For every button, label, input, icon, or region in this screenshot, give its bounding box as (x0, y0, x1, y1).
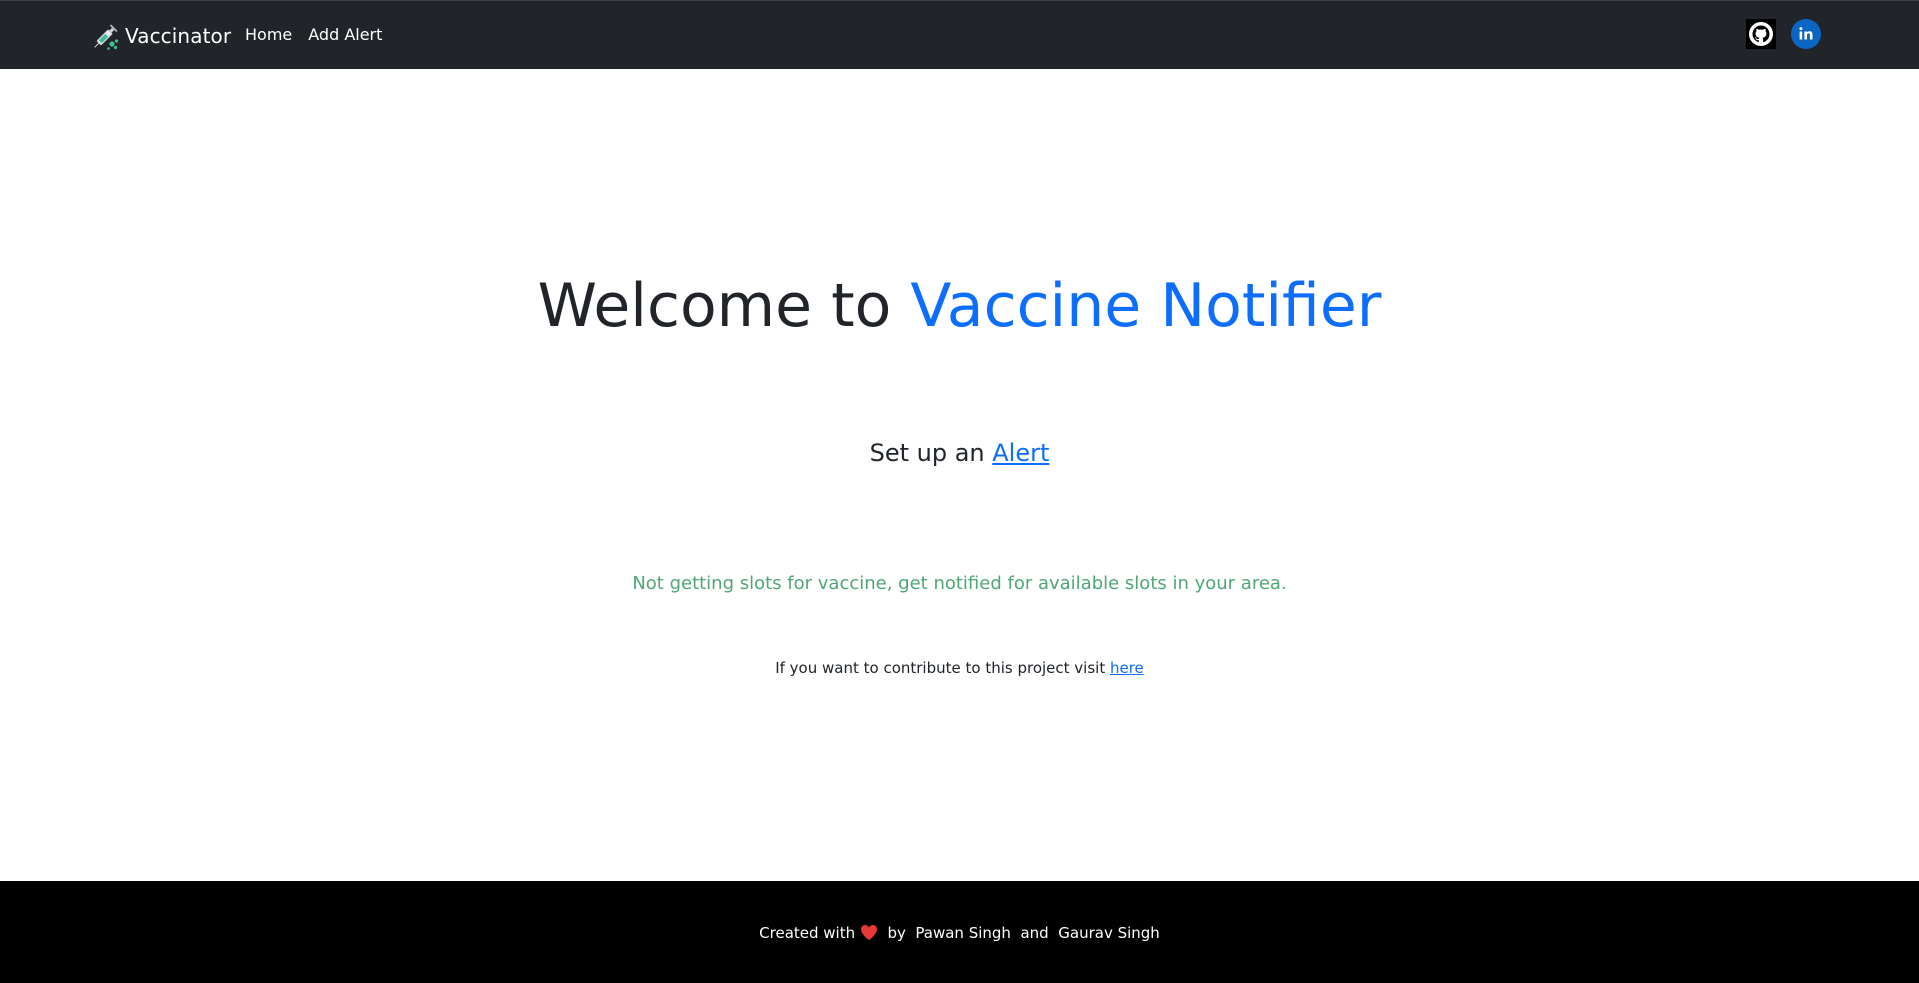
setup-prefix: Set up an (869, 439, 993, 467)
page-title: Welcome to Vaccine Notifier (0, 269, 1919, 343)
setup-alert-text: Set up an Alert (0, 437, 1919, 469)
contribute-link[interactable]: here (1110, 659, 1144, 677)
contribute-text: If you want to contribute to this projec… (0, 657, 1919, 679)
contribute-prefix: If you want to contribute to this projec… (775, 659, 1110, 677)
brand-link[interactable]: Vaccinator (90, 19, 231, 53)
nav-links: Home Add Alert (245, 25, 398, 44)
footer-by: by (887, 924, 906, 942)
title-highlight: Vaccine Notifier (910, 271, 1382, 341)
linkedin-icon (1791, 19, 1821, 53)
nav-link-add-alert[interactable]: Add Alert (308, 25, 382, 44)
footer-credits: Created with by Pawan Singh and Gaurav S… (0, 922, 1919, 944)
github-icon (1746, 19, 1776, 53)
footer-and: and (1020, 924, 1049, 942)
heart-icon (860, 924, 878, 941)
footer-created-with: Created with (759, 924, 856, 942)
alert-link[interactable]: Alert (992, 439, 1049, 467)
top-navbar: Vaccinator Home Add Alert (0, 0, 1919, 69)
footer-author-pawan: Pawan Singh (915, 924, 1011, 942)
footer-author-gaurav: Gaurav Singh (1058, 924, 1160, 942)
linkedin-link[interactable] (1791, 19, 1821, 49)
footer: Created with by Pawan Singh and Gaurav S… (0, 881, 1919, 983)
tagline: Not getting slots for vaccine, get notif… (632, 573, 1287, 594)
nav-link-home[interactable]: Home (245, 25, 292, 44)
brand-label: Vaccinator (125, 24, 232, 48)
main-content: Welcome to Vaccine Notifier Set up an Al… (0, 69, 1919, 881)
title-prefix: Welcome to (537, 271, 911, 341)
github-link[interactable] (1746, 19, 1776, 49)
syringe-icon (90, 20, 122, 52)
